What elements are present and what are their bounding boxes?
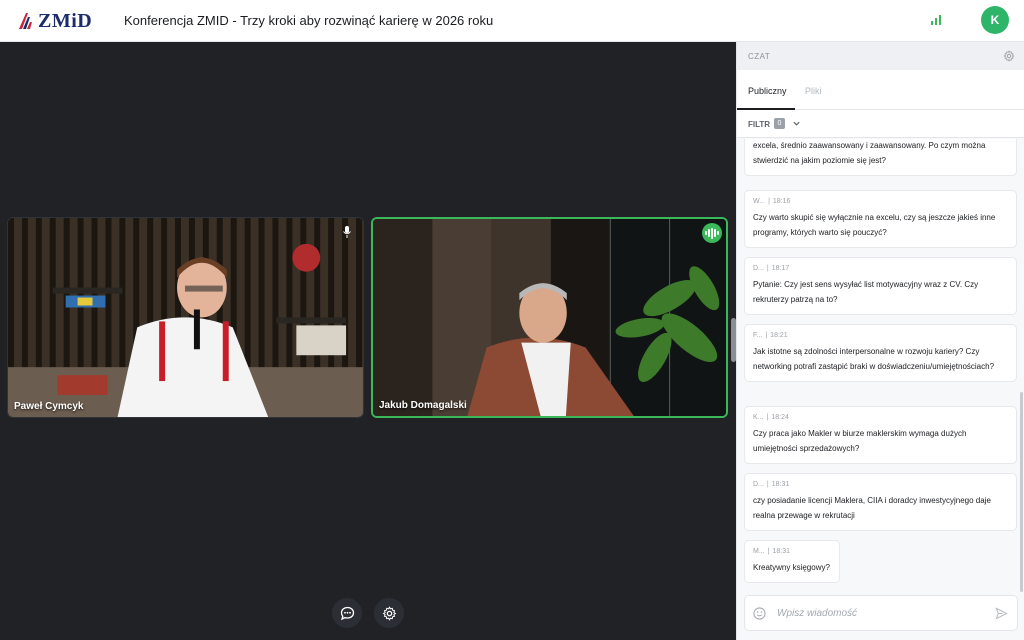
message-time: 18:16 [772,198,791,205]
video-stage: Paweł Cymcyk Jakub Domagalski [0,42,736,640]
participant-name: Paweł Cymcyk [14,401,84,412]
chevron-down-icon[interactable] [792,119,801,128]
message-time: 18:31 [772,548,791,555]
chat-scrollbar[interactable] [1020,392,1023,592]
chat-panel-header: CZAT [737,42,1024,70]
message-author: F... [753,332,763,339]
chat-message: D... | 18:17 Pytanie: Czy jest sens wysyła… [744,257,1017,315]
emoji-icon[interactable] [753,607,766,620]
message-text: excela, średnio zaawansowany i zaawansow… [753,141,986,165]
chat-bubble-button[interactable] [332,598,362,628]
connection-signal-icon[interactable] [931,13,945,25]
message-composer[interactable]: Wpisz wiadomość [744,595,1018,631]
message-text: Kreatywny księgowy? [753,563,830,572]
zmid-logo-mark-icon [19,13,32,29]
message-author: M... [753,548,765,555]
chat-message: D... | 18:31 czy posiadanie licencji Makle… [744,473,1017,531]
filter-count-badge: 0 [774,118,785,129]
message-author: W... [753,198,766,205]
zmid-logo[interactable]: ZMiD [18,10,92,32]
message-time: 18:21 [770,332,788,339]
message-author: D... [753,265,764,272]
chat-tabs: Publiczny Pliki [737,70,1024,110]
message-time: 18:24 [771,414,789,421]
message-text: czy posiadanie licencji Maklera, CIIA i … [753,496,991,520]
chat-message: M... | 18:31 Kreatywny księgowy? [744,540,840,583]
message-text: Jak istotne są zdolności interpersonalne… [753,347,995,371]
message-input[interactable]: Wpisz wiadomość [777,608,857,619]
chat-bubble-icon [340,606,354,620]
chat-panel: CZAT Publiczny Pliki FILTR 0 excela, śre… [736,42,1024,640]
zmid-logo-text: ZMiD [38,9,93,32]
chat-settings-gear-icon[interactable] [1003,50,1015,62]
user-avatar[interactable]: K [981,6,1009,34]
settings-button[interactable] [374,598,404,628]
send-icon[interactable] [995,607,1008,620]
chat-message-list[interactable]: excela, średnio zaawansowany i zaawansow… [737,139,1024,590]
chat-message: K... | 18:24 Czy praca jako Makler w biurz… [744,406,1017,464]
participant-video-jakub [373,219,726,416]
gear-icon [382,605,396,621]
filter-label: FILTR [748,120,771,129]
video-tile-pawel[interactable]: Paweł Cymcyk [7,217,364,418]
message-text: Czy warto skupić się wyłącznie na excelu… [753,213,996,237]
meeting-title: Konferencja ZMID - Trzy kroki aby rozwin… [124,13,494,28]
chat-message: F... | 18:21 Jak istotne są zdolności inte… [744,324,1017,382]
participant-name: Jakub Domagalski [379,400,467,411]
message-time: 18:31 [771,481,790,488]
tab-publiczny[interactable]: Publiczny [748,86,787,96]
tab-pliki[interactable]: Pliki [805,86,822,96]
speaking-icon [702,223,722,243]
participant-video-pawel [8,218,363,417]
message-author: D... [753,481,764,488]
video-tile-jakub[interactable]: Jakub Domagalski [371,217,728,418]
mic-icon [339,224,355,240]
chat-message: excela, średnio zaawansowany i zaawansow… [744,139,1017,176]
chat-title: CZAT [748,52,771,61]
top-bar: ZMiD Konferencja ZMID - Trzy kroki aby r… [0,0,1024,42]
message-text: Pytanie: Czy jest sens wysyłać list moty… [753,280,979,304]
message-author: K... [753,414,764,421]
chat-filter[interactable]: FILTR 0 [737,110,1024,138]
chat-message: W... | 18:16 Czy warto skupić się wyłączni… [744,190,1017,248]
message-time: 18:17 [771,265,790,272]
message-text: Czy praca jako Makler w biurze maklerski… [753,429,967,453]
